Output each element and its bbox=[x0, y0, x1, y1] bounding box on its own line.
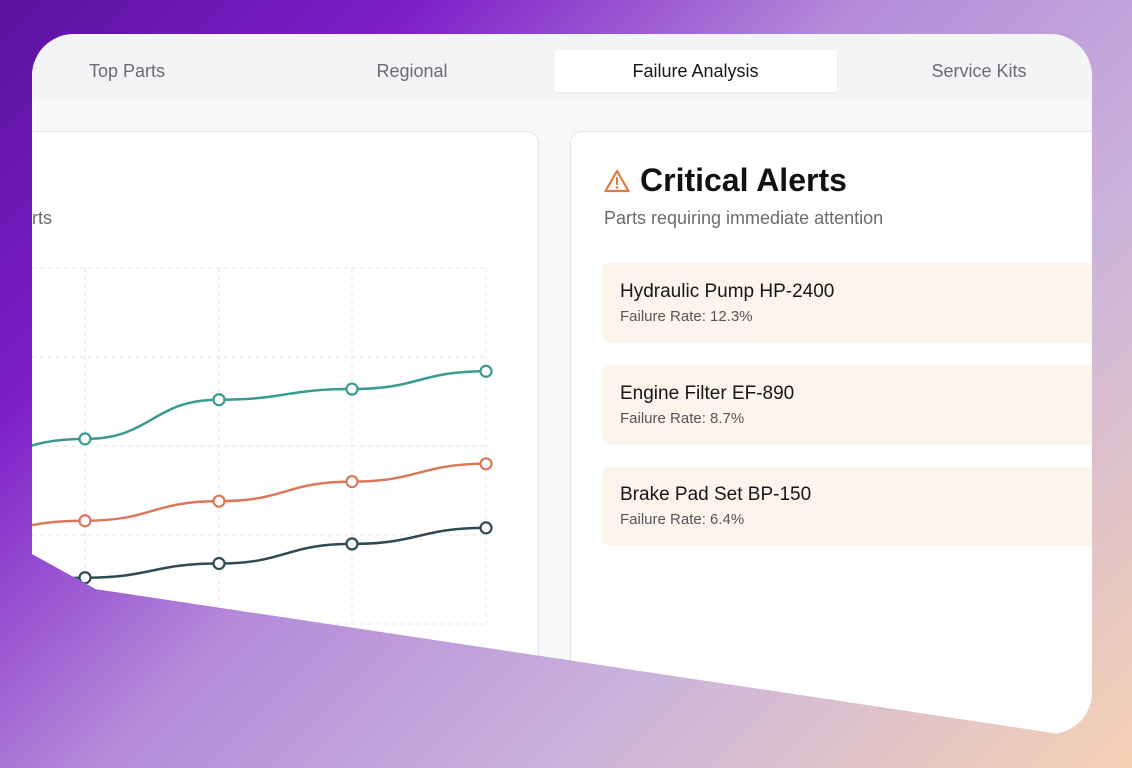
alerts-title: Critical Alerts bbox=[640, 162, 847, 198]
series-line-2 bbox=[32, 526, 487, 590]
data-point-0-3 bbox=[345, 382, 359, 396]
series-line-0 bbox=[32, 369, 487, 462]
tab-bar: Top Parts Regional Failure Analysis Serv… bbox=[32, 34, 1092, 98]
chart-grid bbox=[32, 267, 487, 625]
failure-rate-line-chart bbox=[32, 267, 493, 625]
data-point-0-4 bbox=[479, 364, 493, 378]
tab-regional[interactable]: Regional bbox=[292, 50, 532, 92]
alerts-header: Critical Alerts bbox=[604, 162, 847, 199]
data-point-1-3 bbox=[345, 475, 359, 489]
alert-failure-rate: Failure Rate: 12.3% bbox=[620, 308, 753, 325]
app-window: Top Parts Regional Failure Analysis Serv… bbox=[32, 34, 1092, 734]
tab-service-kits[interactable]: Service Kits bbox=[859, 50, 1092, 92]
data-point-2-3 bbox=[345, 537, 359, 551]
data-point-1-2 bbox=[212, 494, 226, 508]
alert-failure-rate: Failure Rate: 6.4% bbox=[620, 511, 745, 528]
alert-part-name: Brake Pad Set BP-150 bbox=[620, 484, 812, 505]
data-point-0-2 bbox=[212, 393, 226, 407]
alert-item-hydraulic-pump[interactable]: Hydraulic Pump HP-2400 Failure Rate: 12.… bbox=[603, 263, 1092, 343]
tab-failure-analysis[interactable]: Failure Analysis bbox=[554, 50, 837, 92]
data-point-2-2 bbox=[212, 556, 226, 571]
tab-top-parts[interactable]: Top Parts bbox=[32, 50, 247, 92]
alert-item-engine-filter[interactable]: Engine Filter EF-890 Failure Rate: 8.7% bbox=[603, 365, 1092, 445]
chart-series bbox=[32, 364, 493, 590]
alert-part-name: Engine Filter EF-890 bbox=[620, 383, 795, 404]
alert-failure-rate: Failure Rate: 8.7% bbox=[620, 410, 745, 427]
data-point-2-1 bbox=[78, 571, 92, 585]
warning-triangle-icon bbox=[604, 169, 630, 192]
data-point-0-1 bbox=[78, 432, 92, 446]
data-point-2-4 bbox=[479, 521, 493, 535]
series-line-1 bbox=[32, 462, 487, 537]
alert-item-brake-pad[interactable]: Brake Pad Set BP-150 Failure Rate: 6.4% bbox=[603, 466, 1092, 546]
alerts-subtitle: Parts requiring immediate attention bbox=[604, 208, 884, 228]
chart-subtitle: rts bbox=[32, 208, 52, 228]
alert-part-name: Hydraulic Pump HP-2400 bbox=[620, 281, 835, 302]
data-point-1-1 bbox=[78, 514, 92, 528]
data-point-1-4 bbox=[479, 457, 493, 471]
